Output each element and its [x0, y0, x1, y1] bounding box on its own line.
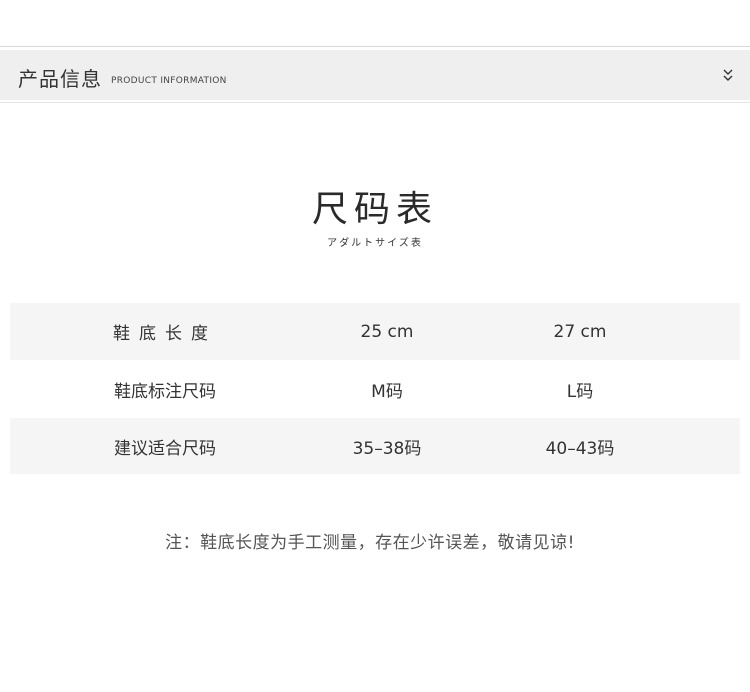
table-cell: L码	[566, 381, 594, 402]
row-label: 鞋底长度	[113, 324, 217, 344]
row-label: 鞋底标注尺码	[114, 381, 216, 402]
table-cell: 27 cm	[553, 321, 607, 342]
table-cell: 35–38码	[352, 438, 422, 459]
size-table: 鞋底长度 25 cm 27 cm 鞋底标注尺码 M码 L码 建议适合尺码 35–…	[10, 303, 740, 474]
size-chart-title: 尺码表	[311, 189, 438, 230]
table-cell: M码	[371, 381, 403, 402]
table-cell: 25 cm	[360, 321, 414, 342]
double-chevron-down-icon[interactable]	[722, 67, 734, 83]
section-subtitle: PRODUCT INFORMATION	[111, 76, 227, 86]
table-row: 鞋底长度 25 cm 27 cm	[10, 303, 740, 360]
measurement-note: 注：鞋底长度为手工测量，存在少许误差，敬请见谅!	[165, 533, 575, 553]
size-chart-subtitle: アダルトサイズ表	[327, 238, 423, 249]
row-label: 建议适合尺码	[114, 438, 216, 459]
section-title: 产品信息	[18, 67, 102, 91]
table-row: 鞋底标注尺码 M码 L码	[10, 360, 740, 418]
table-row: 建议适合尺码 35–38码 40–43码	[10, 418, 740, 474]
top-divider	[0, 46, 750, 47]
product-info-bar[interactable]: 产品信息 PRODUCT INFORMATION	[0, 50, 750, 100]
table-cell: 40–43码	[545, 438, 615, 459]
section-divider	[0, 102, 750, 103]
